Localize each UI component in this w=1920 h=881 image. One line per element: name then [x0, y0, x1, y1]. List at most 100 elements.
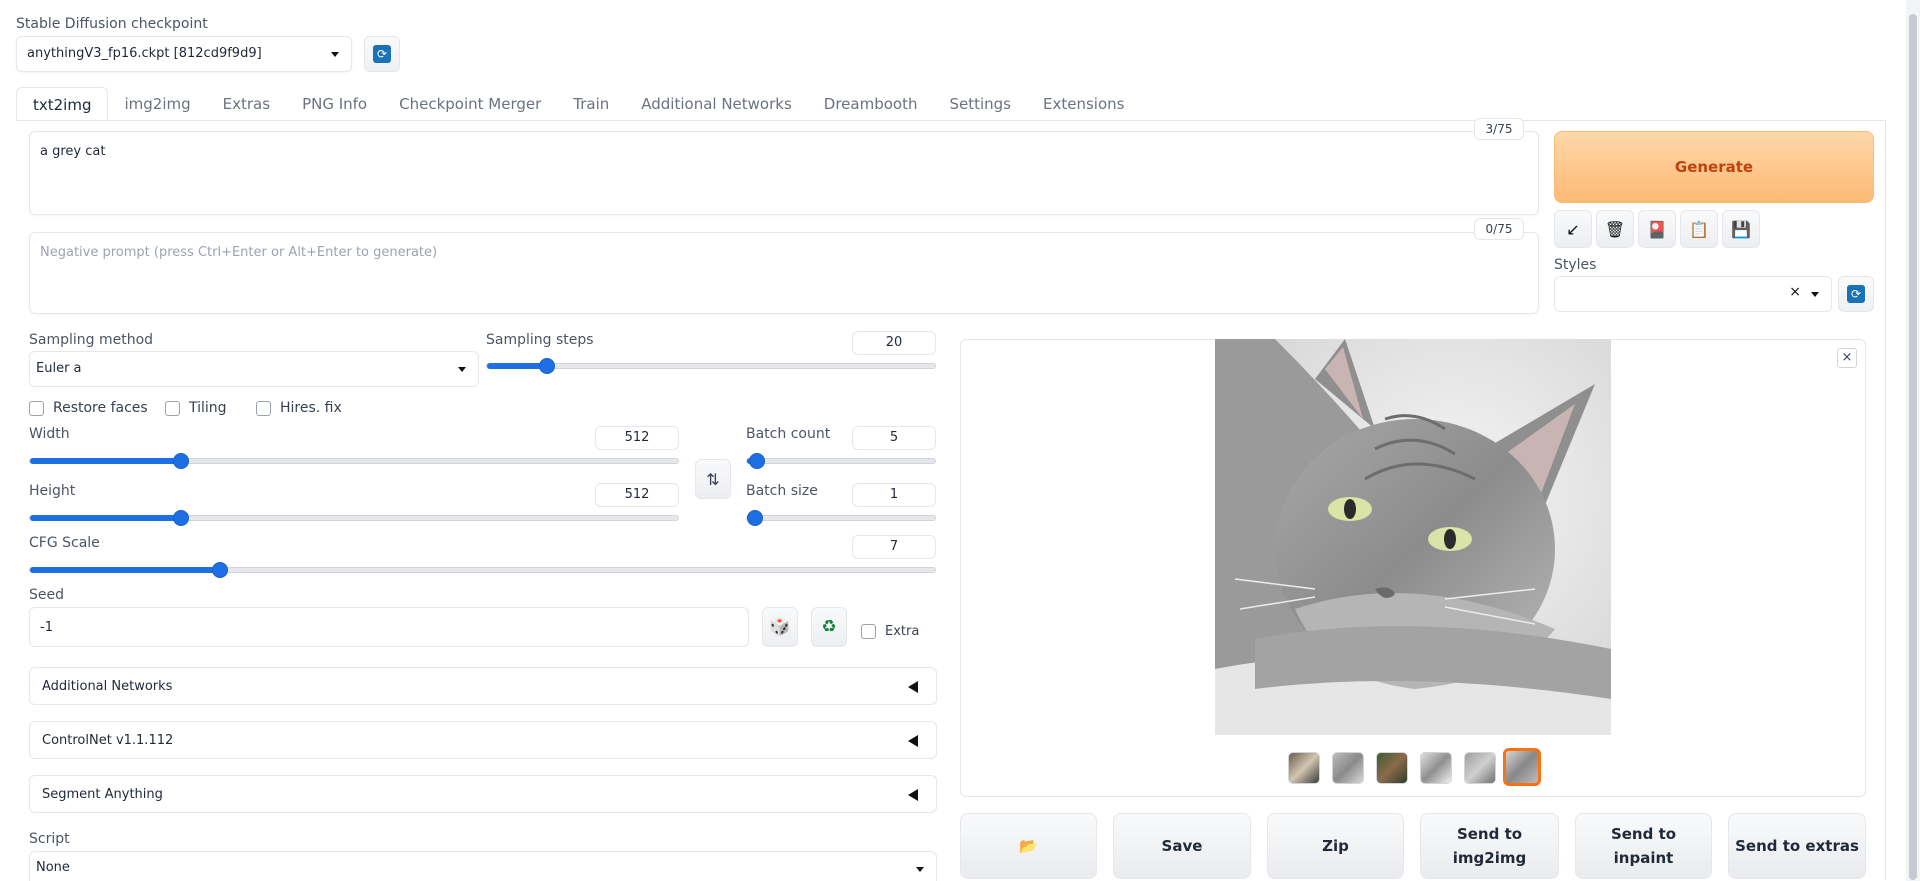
slider-fill [30, 567, 221, 573]
tab-txt2img[interactable]: txt2img [16, 87, 109, 121]
save-style-button[interactable]: 💾 [1722, 210, 1760, 248]
random-seed-button[interactable]: 🎲 [762, 607, 798, 647]
gallery-thumbnail-selected[interactable] [1503, 748, 1541, 786]
styles-dropdown[interactable]: × [1554, 276, 1832, 312]
cfg-scale-input[interactable]: 7 [852, 535, 936, 559]
sampling-steps-slider[interactable] [486, 358, 936, 374]
send-to-inpaint-button[interactable]: Send to inpaint [1575, 813, 1712, 879]
open-folder-button[interactable]: 📂 [960, 813, 1097, 879]
tab-extensions[interactable]: Extensions [1027, 87, 1140, 121]
extra-seed-checkbox[interactable] [861, 624, 876, 639]
batch-count-input[interactable]: 5 [852, 426, 936, 450]
tab-additional-networks[interactable]: Additional Networks [625, 87, 808, 121]
tiling-checkbox[interactable] [165, 401, 180, 416]
tiling-label: Tiling [189, 400, 227, 416]
accordion-controlnet[interactable]: ControlNet v1.1.112 [29, 721, 937, 759]
refresh-checkpoint-button[interactable]: ⟳ [364, 36, 400, 72]
slider-fill [30, 458, 181, 464]
send-to-img2img-button[interactable]: Send to img2img [1420, 813, 1559, 879]
restore-faces-checkbox[interactable] [29, 401, 44, 416]
swap-icon: ⇅ [706, 469, 720, 489]
styles-label: Styles [1554, 257, 1597, 273]
triangle-left-icon [908, 681, 918, 693]
gallery-thumbnail[interactable] [1288, 752, 1320, 784]
batch-size-input[interactable]: 1 [852, 483, 936, 507]
slider-thumb[interactable] [538, 358, 555, 374]
slider-track[interactable] [29, 510, 679, 526]
reuse-seed-button[interactable]: ♻ [811, 607, 847, 647]
extra-networks-button[interactable]: 🎴 [1638, 210, 1676, 248]
sampling-method-dropdown[interactable]: Euler a [29, 351, 479, 387]
close-image-button[interactable]: × [1837, 348, 1857, 368]
height-slider[interactable] [29, 510, 679, 526]
script-dropdown[interactable]: None [29, 851, 937, 881]
dice-icon: 🎲 [769, 617, 791, 637]
restore-faces-label: Restore faces [53, 400, 148, 416]
slider-track[interactable] [746, 510, 936, 526]
main-tabs: txt2img img2img Extras PNG Info Checkpoint M… [16, 87, 1140, 121]
batch-count-label: Batch count [746, 426, 831, 442]
cat-image [1215, 339, 1611, 735]
folder-icon: 📂 [1019, 837, 1038, 855]
triangle-left-icon [908, 789, 918, 801]
slider-track[interactable] [746, 453, 936, 469]
negative-prompt-input[interactable]: Negative prompt (press Ctrl+Enter or Alt… [29, 232, 1539, 314]
slider-thumb[interactable] [172, 510, 189, 526]
sampling-steps-input[interactable]: 20 [852, 331, 936, 355]
page-scrollbar[interactable] [1906, 0, 1920, 881]
tab-train[interactable]: Train [557, 87, 625, 121]
zip-button[interactable]: Zip [1267, 813, 1404, 879]
swap-dimensions-button[interactable]: ⇅ [695, 459, 731, 499]
slider-track[interactable] [486, 358, 936, 374]
height-input[interactable]: 512 [595, 483, 679, 507]
batch-size-slider[interactable] [746, 510, 936, 526]
clear-prompt-button[interactable]: 🗑 [1596, 210, 1634, 248]
accordion-title: Additional Networks [42, 679, 173, 694]
slider-thumb[interactable] [748, 453, 765, 469]
tab-png-info[interactable]: PNG Info [286, 87, 383, 121]
generate-button[interactable]: Generate [1554, 131, 1874, 203]
width-input[interactable]: 512 [595, 426, 679, 450]
clear-icon[interactable]: × [1789, 284, 1801, 300]
send-to-inpaint-label: Send to inpaint [1610, 825, 1677, 867]
zip-label: Zip [1322, 837, 1349, 855]
scrollbar-thumb[interactable] [1909, 14, 1917, 880]
batch-count-slider[interactable] [746, 453, 936, 469]
generated-image[interactable] [1215, 339, 1611, 735]
slider-thumb[interactable] [172, 453, 189, 469]
accordion-additional-networks[interactable]: Additional Networks [29, 667, 937, 705]
apply-style-button[interactable]: 📋 [1680, 210, 1718, 248]
refresh-styles-button[interactable]: ⟳ [1838, 276, 1874, 312]
gallery-thumbnail[interactable] [1464, 752, 1496, 784]
gallery-thumbnail[interactable] [1420, 752, 1452, 784]
gallery-thumbnail[interactable] [1332, 752, 1364, 784]
sampling-steps-label: Sampling steps [486, 332, 594, 348]
tab-checkpoint-merger[interactable]: Checkpoint Merger [383, 87, 557, 121]
send-to-extras-label: Send to extras [1735, 837, 1859, 855]
slider-track[interactable] [29, 453, 679, 469]
clipboard-icon: 📋 [1689, 219, 1709, 239]
save-button[interactable]: Save [1113, 813, 1251, 879]
prompt-input[interactable]: a grey cat [29, 131, 1539, 215]
width-label: Width [29, 426, 70, 442]
checkpoint-dropdown[interactable]: anythingV3_fp16.ckpt [812cd9f9d9] [16, 36, 352, 72]
gallery-thumbnail[interactable] [1376, 752, 1408, 784]
sampling-method-label: Sampling method [29, 332, 154, 348]
read-params-button[interactable]: ↙ [1554, 210, 1592, 248]
tab-settings[interactable]: Settings [933, 87, 1027, 121]
tab-extras[interactable]: Extras [207, 87, 286, 121]
slider-track[interactable] [29, 562, 936, 578]
checkpoint-label: Stable Diffusion checkpoint [16, 16, 208, 32]
floppy-disk-icon: 💾 [1731, 219, 1751, 239]
seed-value: -1 [40, 620, 53, 635]
tab-img2img[interactable]: img2img [108, 87, 206, 121]
hires-fix-checkbox[interactable] [256, 401, 271, 416]
send-to-extras-button[interactable]: Send to extras [1728, 813, 1866, 879]
cfg-scale-slider[interactable] [29, 562, 936, 578]
accordion-segment-anything[interactable]: Segment Anything [29, 775, 937, 813]
width-slider[interactable] [29, 453, 679, 469]
slider-thumb[interactable] [747, 510, 763, 526]
tab-dreambooth[interactable]: Dreambooth [808, 87, 934, 121]
seed-input[interactable]: -1 [29, 607, 749, 647]
slider-thumb[interactable] [212, 562, 229, 578]
